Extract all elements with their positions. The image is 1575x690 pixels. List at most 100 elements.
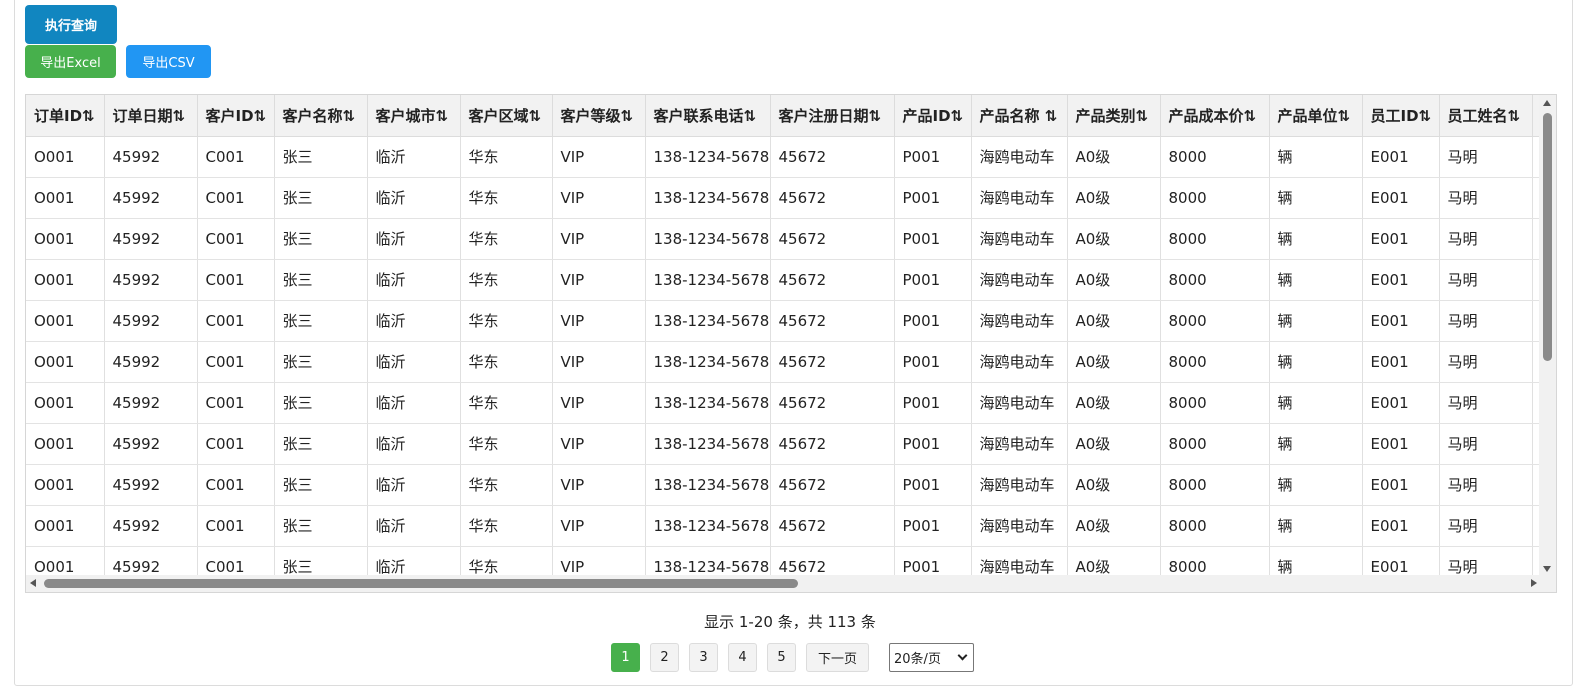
table-cell: 辆 bbox=[1269, 341, 1363, 383]
sort-icon[interactable]: ⇅ bbox=[744, 107, 757, 125]
column-header-label: 客户等级 bbox=[560, 106, 621, 125]
scroll-down-icon[interactable] bbox=[1543, 566, 1551, 572]
table-cell: 45672 bbox=[770, 382, 895, 424]
page-button-3[interactable]: 3 bbox=[689, 643, 718, 672]
page-size-value: 20条/页 bbox=[894, 652, 941, 667]
sort-icon[interactable]: ⇅ bbox=[254, 107, 267, 125]
table-cell: A0级 bbox=[1067, 136, 1161, 178]
column-header[interactable]: 订单日期⇅ bbox=[104, 95, 198, 137]
table-row: O001 45992 C001 张三 临沂 华东 VIP 138-1234-5678 45672… bbox=[26, 259, 1556, 301]
next-page-button[interactable]: 下一页 bbox=[806, 643, 870, 672]
sort-icon[interactable]: ⇅ bbox=[173, 107, 186, 125]
vertical-scrollbar[interactable] bbox=[1539, 95, 1556, 577]
sort-icon[interactable]: ⇅ bbox=[436, 107, 449, 125]
sort-icon[interactable]: ⇅ bbox=[621, 107, 634, 125]
column-header[interactable]: 订单ID⇅ bbox=[26, 95, 105, 137]
table-cell: 张三 bbox=[274, 259, 368, 301]
column-header[interactable]: 客户名称⇅ bbox=[274, 95, 368, 137]
column-header[interactable]: 客户注册日期⇅ bbox=[770, 95, 895, 137]
scroll-right-icon[interactable] bbox=[1531, 579, 1537, 587]
table-cell: 马明 bbox=[1439, 464, 1533, 506]
table-cell: C001 bbox=[197, 423, 275, 465]
page-button-1[interactable]: 1 bbox=[611, 643, 640, 672]
table-cell: 138-1234-5678 bbox=[645, 505, 771, 547]
execute-query-button[interactable]: 执行查询 bbox=[25, 5, 117, 44]
table-cell: O001 bbox=[26, 423, 105, 465]
column-header[interactable]: 产品ID⇅ bbox=[894, 95, 972, 137]
results-table-container[interactable]: 订单ID⇅ 订单日期⇅ 客户ID⇅ 客户名称⇅ 客户城市⇅ 客户区域⇅ 客户等级⇅ 客户联系电… bbox=[25, 94, 1557, 593]
vertical-scroll-thumb[interactable] bbox=[1543, 113, 1552, 361]
table-cell: 张三 bbox=[274, 341, 368, 383]
table-cell: 138-1234-5678 bbox=[645, 218, 771, 260]
sort-icon[interactable]: ⇅ bbox=[343, 107, 356, 125]
scroll-up-icon[interactable] bbox=[1543, 100, 1551, 106]
table-cell: 临沂 bbox=[367, 341, 461, 383]
table-cell: 8000 bbox=[1160, 300, 1270, 342]
table-cell: 45992 bbox=[104, 136, 198, 178]
table-cell: 辆 bbox=[1269, 177, 1363, 219]
table-cell: E001 bbox=[1362, 259, 1440, 301]
sort-icon[interactable]: ⇅ bbox=[1508, 107, 1521, 125]
column-header[interactable]: 客户联系电话⇅ bbox=[645, 95, 771, 137]
sort-icon[interactable]: ⇅ bbox=[869, 107, 882, 125]
table-cell: 临沂 bbox=[367, 136, 461, 178]
horizontal-scrollbar[interactable] bbox=[26, 575, 1541, 592]
column-header-label: 员工ID bbox=[1370, 106, 1419, 125]
table-cell: 张三 bbox=[274, 505, 368, 547]
sort-icon[interactable]: ⇅ bbox=[1045, 107, 1058, 125]
table-cell: 马明 bbox=[1439, 300, 1533, 342]
table-cell: 45672 bbox=[770, 464, 895, 506]
table-cell: E001 bbox=[1362, 218, 1440, 260]
table-header-row: 订单ID⇅ 订单日期⇅ 客户ID⇅ 客户名称⇅ 客户城市⇅ 客户区域⇅ 客户等级⇅ 客户联系电… bbox=[26, 95, 1556, 137]
horizontal-scroll-thumb[interactable] bbox=[44, 579, 798, 588]
page-button-2[interactable]: 2 bbox=[650, 643, 679, 672]
export-excel-button[interactable]: 导出Excel bbox=[25, 45, 116, 78]
sort-icon[interactable]: ⇅ bbox=[529, 107, 542, 125]
sort-icon[interactable]: ⇅ bbox=[1419, 107, 1432, 125]
table-row: O001 45992 C001 张三 临沂 华东 VIP 138-1234-5678 45672… bbox=[26, 464, 1556, 506]
column-header[interactable]: 客户ID⇅ bbox=[197, 95, 275, 137]
table-cell: VIP bbox=[552, 300, 646, 342]
table-cell: P001 bbox=[894, 505, 972, 547]
table-row: O001 45992 C001 张三 临沂 华东 VIP 138-1234-5678 45672… bbox=[26, 177, 1556, 219]
column-header[interactable]: 产品类别⇅ bbox=[1067, 95, 1161, 137]
table-cell: 张三 bbox=[274, 218, 368, 260]
column-header-label: 产品成本价 bbox=[1168, 106, 1244, 125]
table-cell: A0级 bbox=[1067, 464, 1161, 506]
column-header[interactable]: 客户城市⇅ bbox=[367, 95, 461, 137]
table-cell: A0级 bbox=[1067, 259, 1161, 301]
table-cell: 海鸥电动车 bbox=[971, 423, 1068, 465]
table-cell: O001 bbox=[26, 218, 105, 260]
column-header[interactable]: 员工ID⇅ bbox=[1362, 95, 1440, 137]
sort-icon[interactable]: ⇅ bbox=[82, 107, 95, 125]
sort-icon[interactable]: ⇅ bbox=[1244, 107, 1257, 125]
page-button-4[interactable]: 4 bbox=[728, 643, 757, 672]
column-header[interactable]: 产品单位⇅ bbox=[1269, 95, 1363, 137]
table-cell: 华东 bbox=[460, 177, 553, 219]
table-cell: A0级 bbox=[1067, 382, 1161, 424]
pagination: 12345 下一页 20条/页 bbox=[611, 643, 975, 672]
column-header[interactable]: 产品成本价⇅ bbox=[1160, 95, 1270, 137]
table-cell: 临沂 bbox=[367, 464, 461, 506]
sort-icon[interactable]: ⇅ bbox=[1338, 107, 1351, 125]
table-cell: E001 bbox=[1362, 423, 1440, 465]
page-size-select[interactable]: 20条/页 bbox=[889, 643, 975, 672]
column-header[interactable]: 员工姓名⇅ bbox=[1439, 95, 1533, 137]
table-cell: P001 bbox=[894, 341, 972, 383]
column-header[interactable]: 客户等级⇅ bbox=[552, 95, 646, 137]
page-button-5[interactable]: 5 bbox=[767, 643, 796, 672]
column-header[interactable]: 产品名称 ⇅ bbox=[971, 95, 1068, 137]
table-cell: 海鸥电动车 bbox=[971, 177, 1068, 219]
table-cell: A0级 bbox=[1067, 300, 1161, 342]
table-cell: E001 bbox=[1362, 177, 1440, 219]
table-cell: 45672 bbox=[770, 423, 895, 465]
table-cell: C001 bbox=[197, 259, 275, 301]
table-cell: 海鸥电动车 bbox=[971, 300, 1068, 342]
column-header[interactable]: 客户区域⇅ bbox=[460, 95, 553, 137]
sort-icon[interactable]: ⇅ bbox=[1136, 107, 1149, 125]
table-cell: P001 bbox=[894, 382, 972, 424]
table-cell: 138-1234-5678 bbox=[645, 136, 771, 178]
export-csv-button[interactable]: 导出CSV bbox=[126, 45, 211, 78]
scroll-left-icon[interactable] bbox=[30, 579, 36, 587]
sort-icon[interactable]: ⇅ bbox=[951, 107, 964, 125]
